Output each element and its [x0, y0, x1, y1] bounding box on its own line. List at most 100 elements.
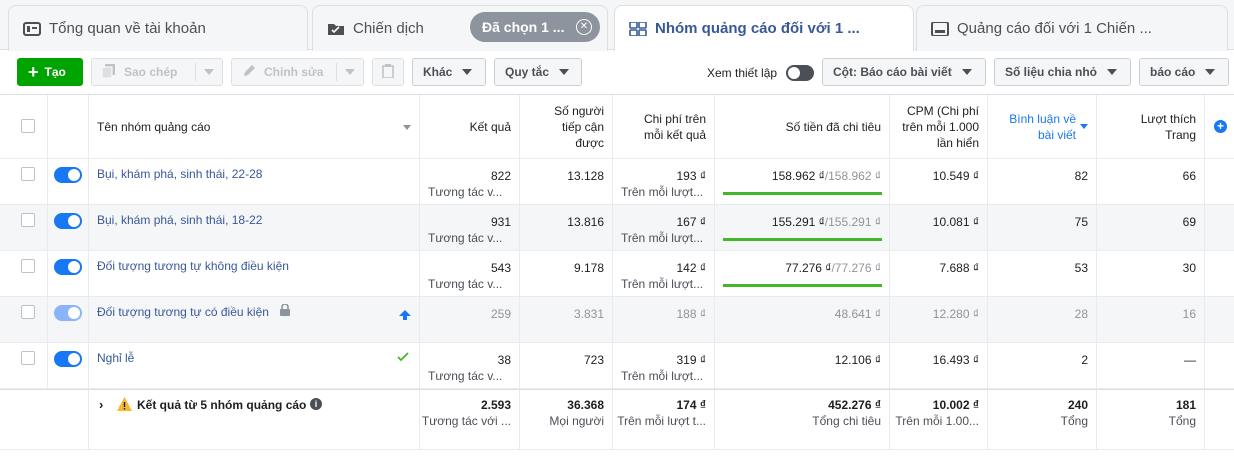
cost-subtext: Trên mỗi lượt...	[621, 369, 704, 383]
row-checkbox[interactable]	[21, 305, 35, 319]
header-name[interactable]: Tên nhóm quảng cáo	[89, 95, 420, 158]
rules-button[interactable]: Quy tắc	[494, 58, 582, 86]
view-setup-toggle[interactable]	[786, 65, 814, 81]
header-post-comments[interactable]: Bình luận về bài viết	[988, 95, 1097, 158]
chevron-right-icon[interactable]: ›	[99, 397, 103, 412]
chevron-down-icon[interactable]	[204, 69, 214, 75]
results-value: 38	[497, 353, 511, 367]
comments-value: 28	[1074, 307, 1088, 321]
account-overview-icon	[23, 21, 41, 36]
warning-icon	[117, 397, 132, 414]
chevron-down-icon[interactable]	[345, 69, 355, 75]
create-button[interactable]: + Tạo	[17, 58, 83, 86]
tab-bar: Tổng quan về tài khoản Chiến dịch Nhóm q…	[0, 0, 1234, 51]
ad-set-name-link[interactable]: Bụi, khám phá, sinh thái, 18-22	[97, 213, 262, 227]
likes-value: 66	[1182, 169, 1196, 183]
reports-button[interactable]: báo cáo	[1139, 58, 1229, 86]
copy-button[interactable]: Sao chép	[91, 58, 223, 86]
ad-set-name-link[interactable]: Bụi, khám phá, sinh thái, 22-28	[97, 167, 262, 181]
row-toggle[interactable]	[54, 213, 82, 229]
chevron-down-icon	[403, 125, 411, 130]
header-cpm[interactable]: CPM (Chi phí trên mỗi 1.000 lần hiển	[890, 95, 988, 158]
ad-icon	[931, 20, 949, 37]
reach-value: 723	[583, 353, 604, 367]
comments-value: 53	[1074, 261, 1088, 275]
copy-icon	[101, 63, 116, 81]
reach-value: 3.831	[573, 307, 604, 321]
header-cost-per-result[interactable]: Chi phí trên mỗi kết quả	[613, 95, 715, 158]
clipboard-button[interactable]	[372, 58, 404, 86]
lock-icon	[280, 303, 290, 319]
results-value: 259	[490, 307, 511, 321]
results-subtext: Tương tác v...	[428, 231, 503, 245]
row-toggle[interactable]	[54, 305, 82, 321]
chevron-down-icon	[559, 69, 570, 75]
reach-value: 13.816	[567, 215, 604, 229]
budget-value: /158.962 ₫	[824, 169, 881, 183]
chevron-down-icon	[462, 69, 473, 75]
ad-set-name-link[interactable]: Đối tượng tương tự không điều kiện	[97, 259, 289, 273]
check-icon	[397, 351, 409, 365]
row-checkbox[interactable]	[21, 259, 35, 273]
cpm-value: 16.493 ₫	[932, 353, 979, 367]
cost-value: 167 ₫	[676, 215, 706, 229]
tab-account-overview[interactable]: Tổng quan về tài khoản	[8, 5, 308, 51]
info-icon[interactable]: i	[310, 398, 322, 410]
spend-progress-bar	[723, 284, 882, 287]
cost-subtext: Trên mỗi lượt...	[621, 277, 704, 291]
table-row[interactable]: Bụi, khám phá, sinh thái, 22-28 822 Tương …	[0, 159, 1234, 205]
close-icon[interactable]: ✕	[576, 19, 592, 35]
cpm-value: 7.688 ₫	[939, 261, 979, 275]
toolbar: + Tạo Sao chép Chỉnh sửa Khác Quy tắc Xe…	[0, 51, 1234, 93]
budget-value: /155.291 ₫	[824, 215, 881, 229]
spent-value: 155.291 ₫	[771, 215, 825, 229]
reach-value: 9.178	[573, 261, 604, 275]
header-amount-spent[interactable]: Số tiền đã chi tiêu	[715, 95, 890, 158]
pencil-icon	[242, 64, 256, 81]
results-value: 931	[490, 215, 511, 229]
header-page-likes[interactable]: Lượt thích Trang	[1097, 95, 1205, 158]
row-toggle[interactable]	[54, 351, 82, 367]
comments-value: 75	[1074, 215, 1088, 229]
header-reach[interactable]: Số người tiếp cận được	[520, 95, 613, 158]
header-results[interactable]: Kết quả	[420, 95, 520, 158]
table-row[interactable]: Bụi, khám phá, sinh thái, 18-22 931 Tương …	[0, 205, 1234, 251]
results-value: 543	[490, 261, 511, 275]
spent-value: 12.106 ₫	[834, 353, 881, 367]
select-all-checkbox[interactable]	[21, 119, 35, 133]
row-checkbox[interactable]	[21, 213, 35, 227]
table-row[interactable]: Đối tượng tương tự không điều kiện 543 Tươ…	[0, 251, 1234, 297]
breakdown-button[interactable]: Số liệu chia nhỏ	[994, 58, 1131, 86]
results-subtext: Tương tác v...	[428, 369, 503, 383]
likes-value: —	[1184, 353, 1196, 367]
likes-value: 30	[1182, 261, 1196, 275]
edit-button[interactable]: Chỉnh sửa	[231, 58, 364, 86]
tab-label: Tổng quan về tài khoản	[49, 20, 206, 37]
tab-label: Quảng cáo đối với 1 Chiến ...	[957, 20, 1152, 37]
spend-progress-bar	[723, 238, 882, 241]
add-column-icon[interactable]: +	[1214, 120, 1227, 133]
ad-set-name-link[interactable]: Đối tượng tương tự có điều kiện	[97, 305, 269, 319]
row-toggle[interactable]	[54, 259, 82, 275]
row-checkbox[interactable]	[21, 167, 35, 181]
totals-row: › Kết quả từ 5 nhóm quảng cáo i 2.593 Tươ…	[0, 389, 1234, 450]
ad-set-name-link[interactable]: Nghỉ lễ	[97, 351, 134, 365]
table-row[interactable]: Đối tượng tương tự có điều kiện 259 3.831 1…	[0, 297, 1234, 343]
columns-button[interactable]: Cột: Báo cáo bài viết	[822, 58, 986, 86]
budget-value: /77.276 ₫	[831, 261, 881, 275]
tab-label: Nhóm quảng cáo đối với 1 ...	[655, 20, 860, 37]
view-setup-label: Xem thiết lập	[707, 66, 778, 80]
likes-value: 69	[1182, 215, 1196, 229]
cpm-value: 10.081 ₫	[932, 215, 979, 229]
tab-ads[interactable]: Quảng cáo đối với 1 Chiến ...	[916, 5, 1228, 51]
chevron-down-icon	[961, 69, 972, 75]
plus-icon: +	[28, 62, 39, 82]
more-button[interactable]: Khác	[412, 58, 486, 86]
boost-icon[interactable]	[399, 309, 411, 323]
tab-ad-sets[interactable]: Nhóm quảng cáo đối với 1 ...	[614, 5, 914, 51]
row-checkbox[interactable]	[21, 351, 35, 365]
results-subtext: Tương tác v...	[428, 277, 503, 291]
row-toggle[interactable]	[54, 167, 82, 183]
selected-filter-pill[interactable]: Đã chọn 1 ... ✕	[470, 12, 600, 42]
table-row[interactable]: Nghỉ lễ 38 Tương tác v... 723 319 ₫ Trên mỗi …	[0, 343, 1234, 389]
